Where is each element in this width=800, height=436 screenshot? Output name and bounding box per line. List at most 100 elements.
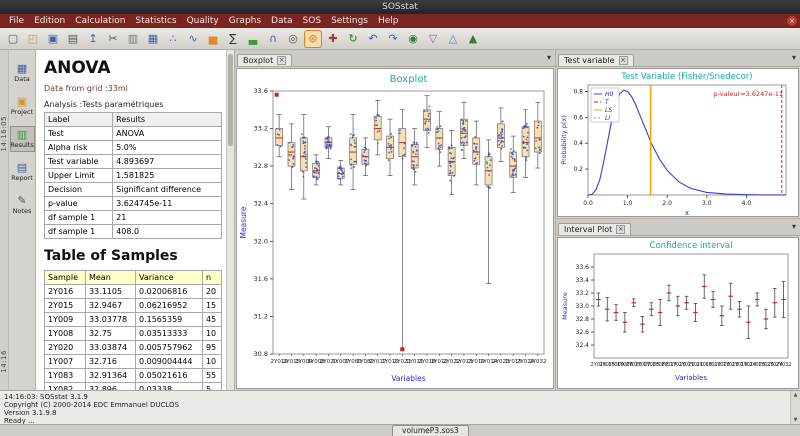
results-table-cell: p-value	[45, 197, 113, 211]
pyramid-icon[interactable]: △	[444, 30, 462, 48]
bar-chart-icon[interactable]: ▅	[204, 30, 222, 48]
svg-text:Probability p(x): Probability p(x)	[560, 115, 568, 164]
tab-label: Boxplot	[243, 56, 273, 65]
results-scrollbar[interactable]	[226, 50, 234, 390]
menu-graphs[interactable]: Graphs	[224, 16, 266, 26]
samples-table-header-cell: Mean	[85, 271, 135, 285]
samples-table-cell: 1Y082	[45, 383, 86, 391]
panel-menu-icon[interactable]: ▾	[792, 53, 796, 62]
histogram-icon[interactable]: ▃	[244, 30, 262, 48]
tab-interval-plot[interactable]: Interval Plot ×	[558, 223, 631, 235]
close-tab-icon[interactable]: ×	[616, 225, 625, 234]
file-tab[interactable]: volumeP3.sos3	[392, 425, 469, 436]
tab-test-variable[interactable]: Test variable ×	[558, 54, 634, 66]
copy-icon[interactable]: ▥	[124, 30, 142, 48]
samples-table-cell: 32.75	[85, 327, 135, 341]
sidebar-item-label: Notes	[13, 207, 32, 215]
undo-icon[interactable]: ↶	[364, 30, 382, 48]
scrollbar-thumb[interactable]	[228, 54, 233, 146]
menu-edition[interactable]: Edition	[29, 16, 70, 26]
boxplot-tabbar: Boxplot × ▾	[235, 50, 555, 67]
results-table-cell: Upper Limit	[45, 169, 113, 183]
samples-table-row: 2Y02033.038740.00575796295	[45, 341, 222, 355]
sidebar-item-project[interactable]: ▣Project	[10, 93, 35, 119]
results-table-cell: 1.581825	[113, 169, 222, 183]
samples-table-cell: 1Y007	[45, 355, 86, 369]
close-tab-icon[interactable]: ×	[277, 56, 286, 65]
results-table-row: Alpha risk5.0%	[45, 141, 222, 155]
close-tab-icon[interactable]: ×	[619, 56, 628, 65]
samples-table-cell: 0.1565359	[135, 313, 202, 327]
tools-icon[interactable]: ✚	[324, 30, 342, 48]
samples-table-cell: 5	[202, 383, 221, 391]
panel-menu-icon[interactable]: ▾	[547, 53, 551, 62]
svg-text:Test Variable (Fisher/Snedecor: Test Variable (Fisher/Snedecor)	[620, 72, 752, 82]
magnifier-icon[interactable]: ◎	[284, 30, 302, 48]
window-title: SOSstat	[382, 2, 418, 12]
gear-icon[interactable]: ⊛	[304, 30, 322, 48]
sidebar-item-data[interactable]: ▦Data	[10, 60, 35, 86]
menu-help[interactable]: Help	[373, 16, 404, 26]
samples-table-cell: 1Y009	[45, 313, 86, 327]
menu-file[interactable]: File	[4, 16, 29, 26]
panel-menu-icon[interactable]: ▾	[792, 222, 796, 231]
dock-tab-log-upper[interactable]: 14:16:05	[0, 116, 8, 151]
samples-table-row: 2Y01532.94670.0621695215	[45, 299, 222, 313]
svg-text:32.4: 32.4	[576, 342, 590, 349]
new-file-icon[interactable]: ▢	[4, 30, 22, 48]
log-line: 14:16:03: SOSstat 3.1.9	[4, 393, 788, 401]
samples-table-row: 1Y00832.750.0351333310	[45, 327, 222, 341]
results-table-cell: 4.893697	[113, 155, 222, 169]
data-grid-icon[interactable]: ▦	[144, 30, 162, 48]
log-scrollbar[interactable]: ▲ ▼	[790, 391, 800, 424]
samples-table-cell: 0.03513333	[135, 327, 202, 341]
menu-settings[interactable]: Settings	[326, 16, 373, 26]
sigma-icon[interactable]: ∑	[224, 30, 242, 48]
samples-table-row: 1Y08332.913640.0502161655	[45, 369, 222, 383]
line-plot-icon[interactable]: ∿	[184, 30, 202, 48]
open-folder-icon[interactable]: ◰	[24, 30, 42, 48]
samples-table-cell: 2Y016	[45, 285, 86, 299]
sidebar-item-report[interactable]: ▤Report	[10, 159, 35, 185]
menu-data[interactable]: Data	[266, 16, 298, 26]
svg-text:H0: H0	[605, 91, 614, 98]
scroll-up-icon[interactable]: ▲	[794, 392, 798, 398]
green-chart-icon[interactable]: ▲	[464, 30, 482, 48]
sidebar-item-notes[interactable]: ✎Notes	[10, 192, 35, 218]
title-bar[interactable]: SOSstat	[0, 0, 800, 14]
export-icon[interactable]: ↥	[84, 30, 102, 48]
svg-text:4.0: 4.0	[742, 200, 752, 207]
test-variable-panel: Test variable × ▾ Test Variable (Fisher/…	[556, 50, 800, 219]
refresh-icon[interactable]: ↻	[344, 30, 362, 48]
results-table-row: df sample 1408.0	[45, 225, 222, 239]
tab-label: Interval Plot	[564, 225, 612, 234]
svg-text:0.8: 0.8	[573, 88, 583, 95]
samples-table-header-cell: Variance	[135, 271, 202, 285]
svg-text:33.6: 33.6	[576, 264, 590, 271]
data-source-label: Data from grid :33ml	[44, 84, 222, 93]
boxplot-panel: Boxplot × ▾ Boxplot30.831.231.632.032.43…	[235, 50, 556, 390]
report-doc-icon: ▤	[17, 162, 27, 173]
tab-boxplot[interactable]: Boxplot ×	[237, 54, 292, 66]
flask-icon[interactable]: ▽	[424, 30, 442, 48]
scroll-down-icon[interactable]: ▼	[794, 417, 798, 423]
svg-text:32.8: 32.8	[254, 162, 268, 170]
menu-sos[interactable]: SOS	[298, 16, 327, 26]
redo-icon[interactable]: ↷	[384, 30, 402, 48]
close-window-icon[interactable]: ×	[787, 16, 797, 26]
cut-icon[interactable]: ✂	[104, 30, 122, 48]
svg-text:0.0: 0.0	[583, 200, 593, 207]
samples-table-cell: 10	[202, 355, 221, 369]
scatter-plot-icon[interactable]: ∴	[164, 30, 182, 48]
menu-statistics[interactable]: Statistics	[130, 16, 181, 26]
distribution-icon[interactable]: ∩	[264, 30, 282, 48]
globe-icon[interactable]: ◉	[404, 30, 422, 48]
print-icon[interactable]: ▤	[64, 30, 82, 48]
dock-tab-log-lower[interactable]: 14:16	[0, 350, 8, 373]
save-icon[interactable]: ▣	[44, 30, 62, 48]
menu-calculation[interactable]: Calculation	[70, 16, 130, 26]
sidebar-item-results[interactable]: ▥Results	[10, 126, 35, 152]
svg-text:32.0: 32.0	[254, 237, 268, 245]
menu-quality[interactable]: Quality	[182, 16, 224, 26]
results-table-cell: df sample 1	[45, 211, 113, 225]
